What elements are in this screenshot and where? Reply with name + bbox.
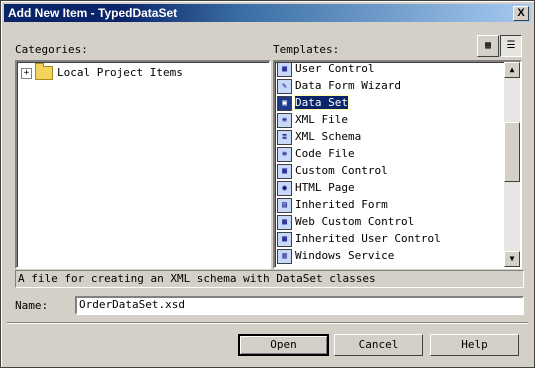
html-page-icon: ◉ (277, 180, 292, 196)
template-item[interactable]: ▦ Custom Control (275, 162, 503, 179)
name-input[interactable]: OrderDataSet.xsd (75, 296, 524, 315)
large-icons-view-icon: ▦ (484, 40, 492, 51)
categories-label: Categories: (15, 43, 88, 56)
template-item[interactable]: ▣ Data Set (275, 94, 503, 111)
tree-item-local-project-items[interactable]: + Local Project Items (21, 63, 183, 81)
template-item-label: HTML Page (295, 181, 355, 194)
folder-icon (35, 63, 53, 80)
help-button[interactable]: Help (430, 334, 519, 356)
template-item-label: Windows Service (295, 249, 395, 262)
tree-item-label: Local Project Items (57, 66, 183, 79)
wizard-icon: ✎ (277, 78, 292, 94)
cancel-button[interactable]: Cancel (334, 334, 423, 356)
web-custom-control-icon: ▦ (277, 214, 292, 230)
scroll-up-button[interactable]: ▲ (504, 62, 520, 78)
template-item-label: Data Set (294, 95, 349, 110)
window-title: Add New Item - TypedDataSet (8, 6, 178, 20)
windows-service-icon: ▥ (277, 248, 292, 264)
template-item[interactable]: ▦ Web Custom Control (275, 213, 503, 230)
template-item-label: Inherited Form (295, 198, 388, 211)
xml-file-icon: ≡ (277, 112, 292, 128)
template-item-label: User Control (295, 62, 375, 75)
template-item[interactable]: ▥ Windows Service (275, 247, 503, 264)
separator (7, 322, 528, 324)
dataset-icon: ▣ (277, 95, 292, 111)
templates-scrollbar[interactable]: ▲ ▼ (504, 62, 520, 267)
template-item[interactable]: ✎ Data Form Wizard (275, 77, 503, 94)
list-view-icon: ☰ (506, 40, 516, 51)
template-description: A file for creating an XML schema with D… (15, 270, 524, 288)
name-label: Name: (15, 299, 49, 312)
inherited-user-control-icon: ▦ (277, 231, 292, 247)
template-item-label: Web Custom Control (295, 215, 415, 228)
template-item[interactable]: ▦ Inherited User Control (275, 230, 503, 247)
add-new-item-dialog: Add New Item - TypedDataSet X Categories… (0, 0, 535, 368)
large-icons-view-button[interactable]: ▦ (477, 35, 499, 57)
expand-icon[interactable]: + (21, 67, 32, 79)
xml-schema-icon: ≣ (277, 129, 292, 145)
categories-tree[interactable]: + Local Project Items (15, 60, 271, 269)
template-item[interactable]: ▦ User Control (275, 62, 503, 77)
templates-list[interactable]: ▦ User Control ✎ Data Form Wizard ▣ Data Set ≡… (273, 60, 522, 269)
template-item-label: XML File (295, 113, 348, 126)
user-control-icon: ▦ (277, 62, 292, 77)
template-item[interactable]: ≡ Code File (275, 145, 503, 162)
title-bar[interactable]: Add New Item - TypedDataSet X (4, 4, 531, 22)
inherited-form-icon: ▤ (277, 197, 292, 213)
template-item-label: Custom Control (295, 164, 388, 177)
scroll-thumb[interactable] (504, 122, 520, 182)
template-item-label: Code File (295, 147, 355, 160)
template-item[interactable]: ≡ XML File (275, 111, 503, 128)
open-button[interactable]: Open (238, 334, 329, 356)
templates-label: Templates: (273, 43, 340, 56)
scroll-down-button[interactable]: ▼ (504, 251, 520, 267)
template-item[interactable]: ◉ HTML Page (275, 179, 503, 196)
custom-control-icon: ▦ (277, 163, 292, 179)
close-button[interactable]: X (513, 6, 529, 21)
template-item-label: Data Form Wizard (295, 79, 401, 92)
template-item[interactable]: ≣ XML Schema (275, 128, 503, 145)
template-item-label: Inherited User Control (295, 232, 441, 245)
template-item-label: XML Schema (295, 130, 362, 143)
code-file-icon: ≡ (277, 146, 292, 162)
template-item[interactable]: ▤ Inherited Form (275, 196, 503, 213)
list-view-button[interactable]: ☰ (500, 35, 522, 57)
